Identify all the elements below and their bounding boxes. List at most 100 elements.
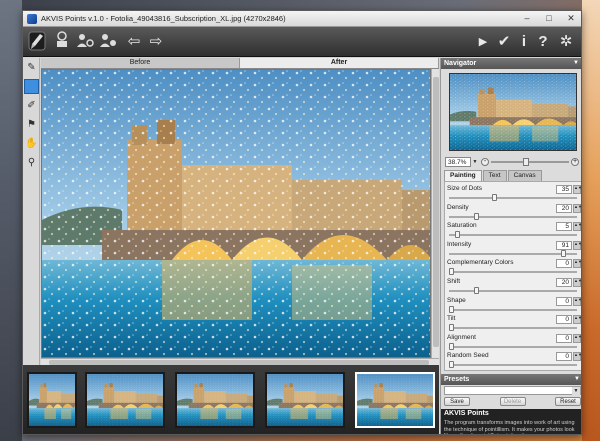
param-spinner[interactable]: ▲▼ bbox=[573, 352, 581, 362]
eyedropper-icon[interactable]: ✎ bbox=[24, 60, 39, 75]
param-slider[interactable] bbox=[449, 361, 577, 369]
param-spinner[interactable]: ▲▼ bbox=[573, 296, 581, 306]
tab-text[interactable]: Text bbox=[482, 170, 507, 181]
info-text: The program transforms images into work … bbox=[444, 420, 575, 434]
param-value-field[interactable]: 0 bbox=[556, 352, 572, 362]
close-button[interactable]: ✕ bbox=[563, 13, 579, 24]
info-icon[interactable]: i bbox=[517, 31, 531, 53]
param-value-field[interactable]: 0 bbox=[556, 333, 572, 343]
zoom-out-button[interactable]: - bbox=[481, 158, 489, 166]
param-label: Size of Dots bbox=[447, 185, 483, 192]
param-label: Tilt bbox=[447, 315, 456, 323]
param-slider[interactable] bbox=[449, 194, 577, 201]
param-slider[interactable] bbox=[449, 305, 577, 313]
param-value-field[interactable]: 35 bbox=[556, 185, 572, 194]
horizontal-scrollbar[interactable] bbox=[41, 358, 439, 365]
tab-after[interactable]: After bbox=[240, 58, 439, 68]
tab-canvas[interactable]: Canvas bbox=[507, 170, 542, 181]
redo-arrow-icon[interactable]: ⇨ bbox=[147, 31, 165, 53]
presets-dropdown[interactable]: ▼ bbox=[444, 386, 581, 395]
param-spinner[interactable]: ▲▼ bbox=[573, 222, 581, 232]
save-settings-icon[interactable] bbox=[75, 31, 95, 53]
thumbnail[interactable] bbox=[27, 372, 77, 428]
thumbnail-selected[interactable] bbox=[355, 372, 435, 428]
param-value-field[interactable]: 0 bbox=[556, 315, 572, 325]
param-slider-knob[interactable] bbox=[449, 361, 454, 369]
help-icon[interactable]: ? bbox=[535, 31, 551, 53]
reset-preset-button[interactable]: Reset bbox=[555, 397, 581, 406]
navigator-preview[interactable] bbox=[449, 73, 577, 151]
param-slider[interactable] bbox=[449, 249, 577, 257]
param-slider-knob[interactable] bbox=[473, 287, 479, 294]
image-canvas[interactable] bbox=[41, 69, 431, 358]
param-slider-knob[interactable] bbox=[449, 268, 454, 276]
param-value-field[interactable]: 91 bbox=[556, 240, 572, 250]
param-slider[interactable] bbox=[449, 324, 577, 332]
collapse-arrow-icon[interactable]: ▼ bbox=[574, 374, 580, 385]
param-slider[interactable] bbox=[449, 287, 577, 294]
param-slider-knob[interactable] bbox=[473, 212, 479, 220]
maximize-button[interactable]: □ bbox=[541, 13, 557, 24]
param-label: Intensity bbox=[447, 240, 472, 248]
param-slider[interactable] bbox=[449, 268, 577, 276]
param-slider-knob[interactable] bbox=[449, 305, 454, 313]
param-value-field[interactable]: 0 bbox=[556, 259, 572, 269]
collapse-arrow-icon[interactable]: ▼ bbox=[573, 58, 579, 69]
open-image-icon[interactable] bbox=[53, 31, 71, 53]
param-spinner[interactable]: ▲▼ bbox=[573, 333, 581, 343]
apply-check-icon[interactable]: ✔ bbox=[495, 31, 513, 53]
zoom-slider[interactable] bbox=[491, 158, 569, 166]
undo-arrow-icon[interactable]: ⇦ bbox=[125, 31, 143, 53]
param-value-field[interactable]: 20 bbox=[556, 278, 572, 287]
param-spinner[interactable]: ▲▼ bbox=[573, 203, 581, 213]
param-slider-knob[interactable] bbox=[449, 324, 454, 332]
chevron-down-icon[interactable]: ▼ bbox=[572, 387, 580, 395]
delete-preset-button[interactable]: Delete bbox=[499, 397, 526, 406]
stamp-icon[interactable]: ⚑ bbox=[24, 117, 39, 132]
param-spinner[interactable]: ▲▼ bbox=[573, 259, 581, 269]
zoom-slider-knob[interactable] bbox=[522, 158, 529, 166]
param-value-field[interactable]: 20 bbox=[556, 203, 572, 213]
param-spinner[interactable]: ▲▼ bbox=[573, 315, 581, 325]
param-row: Alignment 0 ▲▼ bbox=[447, 333, 581, 352]
param-slider-knob[interactable] bbox=[560, 249, 566, 257]
brush-icon[interactable] bbox=[27, 31, 47, 53]
thumbnail[interactable] bbox=[175, 372, 255, 428]
param-row: Size of Dots 35 ▲▼ bbox=[447, 185, 581, 203]
pencil-icon[interactable]: ✐ bbox=[24, 98, 39, 113]
thumbnail[interactable] bbox=[265, 372, 345, 428]
tab-painting[interactable]: Painting bbox=[444, 170, 482, 181]
vertical-scrollbar[interactable] bbox=[431, 69, 439, 358]
preset-buttons: Save Delete Reset bbox=[444, 397, 581, 407]
minimize-button[interactable]: – bbox=[519, 13, 535, 24]
presets-header[interactable]: Presets ▼ bbox=[441, 374, 581, 385]
load-settings-icon[interactable] bbox=[98, 31, 118, 53]
save-preset-button[interactable]: Save bbox=[444, 397, 470, 406]
param-spinner[interactable]: ▲▼ bbox=[573, 185, 581, 194]
param-spinner[interactable]: ▲▼ bbox=[573, 240, 581, 250]
tab-before[interactable]: Before bbox=[41, 58, 240, 68]
run-play-icon[interactable]: ▶ bbox=[475, 31, 491, 53]
param-value-field[interactable]: 0 bbox=[556, 296, 572, 306]
param-spinner[interactable]: ▲▼ bbox=[573, 278, 581, 287]
param-value-field[interactable]: 5 bbox=[556, 222, 572, 232]
param-slider[interactable] bbox=[449, 212, 577, 220]
param-slider-knob[interactable] bbox=[455, 231, 461, 239]
hand-icon[interactable]: ✋ bbox=[24, 136, 39, 151]
navigator-header[interactable]: Navigator ▼ bbox=[441, 58, 581, 69]
zoom-icon[interactable]: ⚲ bbox=[24, 155, 39, 170]
window-controls: – □ ✕ bbox=[519, 13, 579, 24]
param-slider[interactable] bbox=[449, 342, 577, 350]
zoom-in-button[interactable]: + bbox=[571, 158, 579, 166]
preferences-gear-icon[interactable]: ✲ bbox=[557, 31, 575, 53]
param-slider[interactable] bbox=[449, 231, 577, 239]
vertical-scroll-thumb[interactable] bbox=[433, 77, 439, 347]
param-row: Intensity 91 ▲▼ bbox=[447, 240, 581, 259]
param-slider-knob[interactable] bbox=[449, 342, 454, 350]
thumbnail[interactable] bbox=[85, 372, 165, 428]
param-slider-knob[interactable] bbox=[492, 194, 498, 201]
zoom-dropdown-icon[interactable]: ▼ bbox=[471, 157, 479, 167]
zoom-field[interactable]: 38.7% bbox=[445, 157, 471, 167]
param-label: Saturation bbox=[447, 222, 477, 230]
selection-icon[interactable] bbox=[24, 79, 39, 94]
